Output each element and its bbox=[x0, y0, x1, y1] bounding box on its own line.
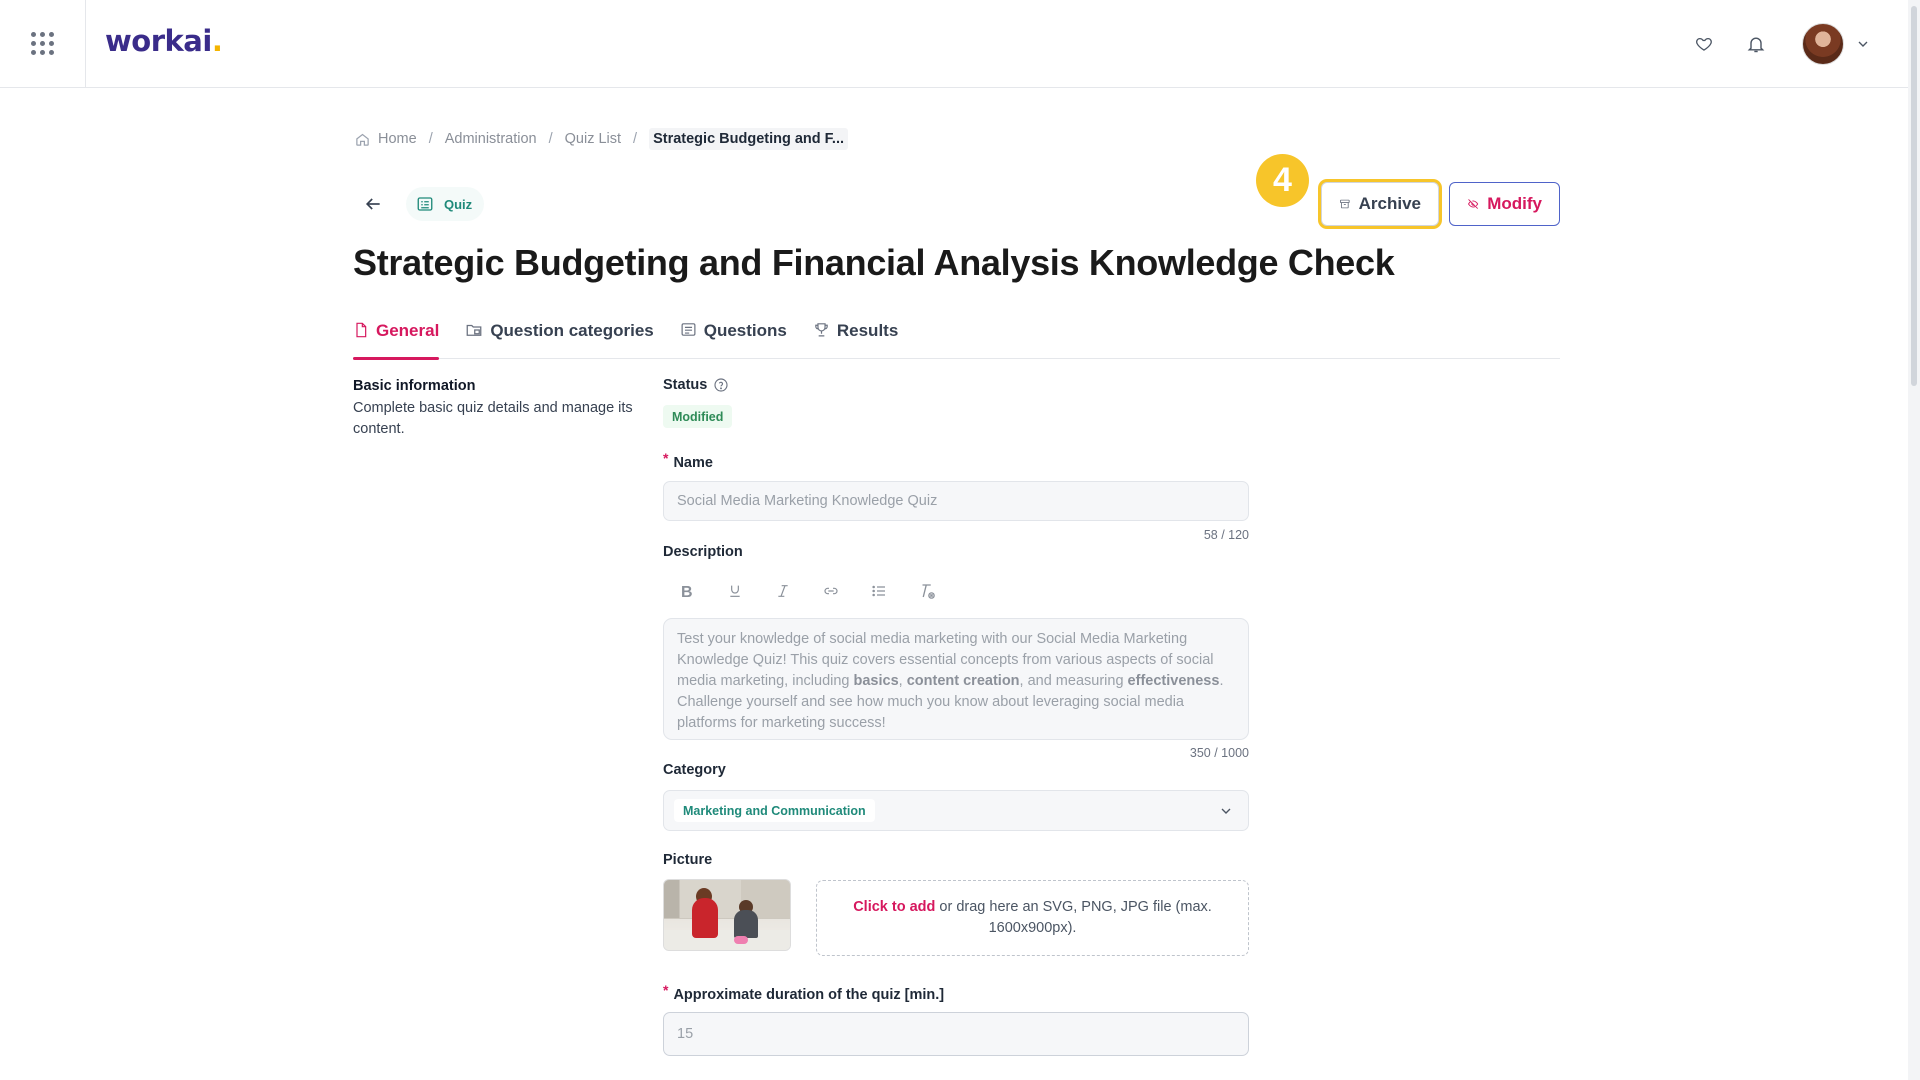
workai-logo[interactable]: workai. bbox=[105, 24, 223, 58]
clear-format-button[interactable] bbox=[903, 578, 951, 604]
click-to-add-link[interactable]: Click to add bbox=[853, 899, 935, 915]
duration-label-text: Approximate duration of the quiz [min.] bbox=[673, 987, 945, 1003]
svg-text:B: B bbox=[681, 584, 693, 599]
picture-label: Picture bbox=[663, 852, 712, 868]
grid-icon bbox=[31, 32, 54, 55]
clear-format-icon bbox=[922, 584, 935, 599]
tab-questions-label: Questions bbox=[703, 321, 787, 340]
eye-off-icon bbox=[1467, 199, 1479, 209]
name-input[interactable]: Social Media Marketing Knowledge Quiz bbox=[663, 481, 1249, 521]
arrow-left-icon bbox=[365, 198, 380, 210]
archive-label: Archive bbox=[1358, 194, 1421, 213]
section-title: Basic information bbox=[353, 378, 476, 394]
notifications-button[interactable] bbox=[1730, 22, 1782, 66]
modify-label: Modify bbox=[1487, 194, 1542, 213]
picture-dropzone[interactable]: Click to add or drag here an SVG, PNG, J… bbox=[816, 880, 1249, 956]
back-button[interactable] bbox=[355, 188, 391, 220]
page-scrollbar[interactable] bbox=[1908, 0, 1920, 1080]
description-bold-text: content creation bbox=[906, 673, 1020, 689]
description-char-counter: 350 / 1000 bbox=[1189, 746, 1249, 760]
user-avatar[interactable] bbox=[1802, 23, 1844, 65]
required-marker: * bbox=[663, 450, 669, 466]
breadcrumb-administration[interactable]: Administration bbox=[445, 131, 537, 147]
breadcrumb-separator: / bbox=[633, 131, 638, 147]
breadcrumb-home[interactable]: Home bbox=[378, 131, 417, 147]
description-bold-text: basics bbox=[853, 673, 899, 689]
link-button[interactable] bbox=[807, 578, 855, 604]
bullet-list-icon bbox=[872, 585, 885, 597]
italic-button[interactable] bbox=[759, 578, 807, 604]
description-editor[interactable]: Test your knowledge of social media mark… bbox=[663, 618, 1249, 740]
category-label: Category bbox=[663, 762, 726, 778]
tab-results[interactable]: Results bbox=[813, 318, 898, 359]
quiz-picture-thumbnail[interactable] bbox=[663, 879, 791, 951]
step-number-badge: 4 bbox=[1256, 154, 1309, 207]
description-text: , and measuring bbox=[1019, 673, 1128, 689]
quiz-icon bbox=[417, 197, 433, 211]
picture-label-text: Picture bbox=[663, 852, 713, 868]
tab-results-label: Results bbox=[836, 321, 899, 340]
tab-question-categories-label: Question categories bbox=[490, 321, 654, 340]
category-label-text: Category bbox=[663, 762, 726, 778]
underline-icon bbox=[730, 585, 740, 597]
section-description: Complete basic quiz details and manage i… bbox=[353, 400, 633, 437]
breadcrumb-quiz-list[interactable]: Quiz List bbox=[565, 131, 621, 147]
home-icon bbox=[355, 132, 370, 147]
top-bar: workai. bbox=[0, 0, 1908, 88]
content-type-chip: Quiz bbox=[406, 187, 485, 221]
description-label-text: Description bbox=[663, 544, 743, 560]
description-label: Description bbox=[663, 544, 743, 560]
description-text: , bbox=[898, 673, 907, 689]
duration-label: * Approximate duration of the quiz [min.… bbox=[663, 982, 945, 1003]
duration-input[interactable]: 15 bbox=[663, 1012, 1249, 1056]
category-select[interactable]: Marketing and Communication bbox=[663, 790, 1249, 831]
tab-questions[interactable]: Questions bbox=[680, 318, 787, 359]
archive-icon bbox=[1340, 199, 1350, 209]
help-circle-icon[interactable] bbox=[713, 377, 729, 393]
chevron-down-icon bbox=[1858, 41, 1868, 47]
tab-general-label: General bbox=[376, 321, 440, 340]
modify-button[interactable]: Modify bbox=[1449, 182, 1560, 226]
breadcrumb: Home / Administration / Quiz List / Stra… bbox=[355, 128, 849, 150]
folder-icon bbox=[466, 324, 482, 336]
underline-button[interactable] bbox=[711, 578, 759, 604]
status-badge: Modified bbox=[663, 405, 733, 428]
chevron-down-icon bbox=[1221, 808, 1231, 814]
heart-icon bbox=[1696, 37, 1712, 51]
name-label: * Name bbox=[663, 450, 713, 471]
tab-bar: General Question categories Questions Re… bbox=[353, 318, 1560, 360]
bold-icon: B bbox=[681, 584, 693, 599]
name-char-counter: 58 / 120 bbox=[1203, 528, 1249, 542]
dropzone-hint: or drag here an SVG, PNG, JPG file (max.… bbox=[935, 899, 1212, 936]
favorites-button[interactable] bbox=[1678, 22, 1730, 66]
category-tag: Marketing and Communication bbox=[674, 799, 875, 822]
breadcrumb-current: Strategic Budgeting and F... bbox=[649, 128, 849, 150]
tab-question-categories[interactable]: Question categories bbox=[465, 318, 654, 359]
user-menu-toggle[interactable] bbox=[1848, 22, 1878, 66]
link-icon bbox=[824, 587, 838, 595]
italic-icon bbox=[778, 585, 788, 597]
bold-button[interactable]: B bbox=[663, 578, 711, 604]
list-icon bbox=[681, 323, 696, 336]
dropzone-text: Click to add or drag here an SVG, PNG, J… bbox=[847, 897, 1218, 939]
bell-icon bbox=[1747, 37, 1765, 53]
status-label: Status bbox=[663, 377, 729, 393]
status-label-text: Status bbox=[663, 377, 708, 393]
document-icon bbox=[356, 322, 367, 338]
trophy-icon bbox=[815, 323, 828, 337]
breadcrumb-separator: / bbox=[428, 131, 433, 147]
app-launcher-button[interactable] bbox=[0, 0, 86, 87]
archive-button[interactable]: Archive bbox=[1321, 182, 1439, 226]
required-marker: * bbox=[663, 982, 669, 998]
top-icons bbox=[1678, 22, 1878, 66]
breadcrumb-separator: / bbox=[548, 131, 553, 147]
description-bold-text: effectiveness bbox=[1127, 673, 1220, 689]
bullet-list-button[interactable] bbox=[855, 578, 903, 604]
page-title: Strategic Budgeting and Financial Analys… bbox=[353, 242, 1395, 283]
content-type-label: Quiz bbox=[444, 196, 473, 212]
name-label-text: Name bbox=[673, 455, 713, 471]
tab-general[interactable]: General bbox=[353, 318, 440, 360]
rich-text-toolbar: B bbox=[663, 578, 951, 604]
